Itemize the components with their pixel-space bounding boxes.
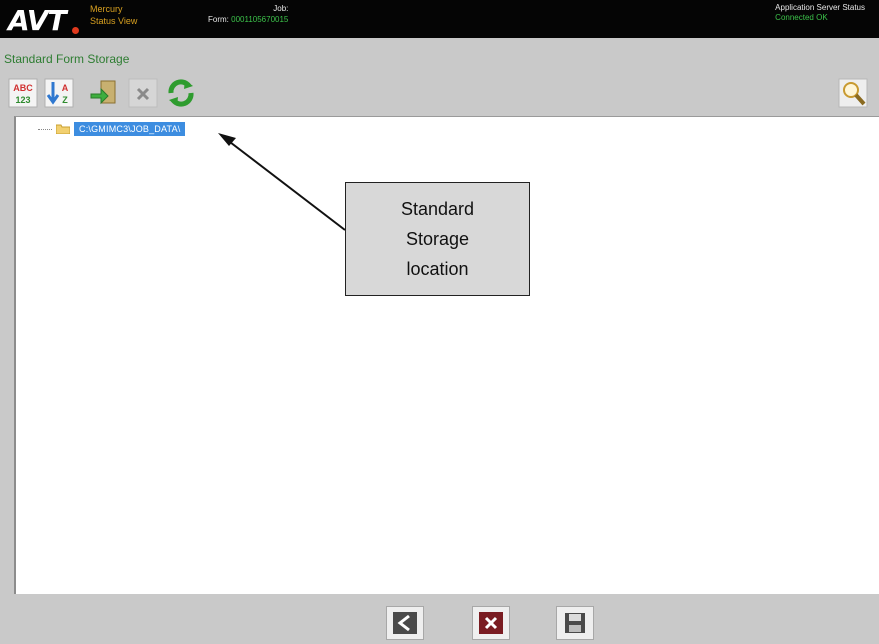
toolbar: ABC 123 A Z (4, 74, 879, 114)
server-status-value: Connected OK (775, 13, 828, 22)
callout-line1: Standard (400, 199, 475, 219)
tree-node-label[interactable]: C:\GMIMC3\JOB_DATA\ (74, 122, 186, 136)
123-icon-text: 123 (15, 95, 30, 105)
annotation-callout: Standard Storage location (345, 182, 530, 296)
app-name-line1: Mercury (90, 4, 123, 14)
sort-az-button[interactable]: A Z (42, 77, 76, 109)
sort-az-icon: A Z (44, 78, 74, 108)
logo-dot (72, 27, 79, 34)
abc-123-icon: ABC 123 (8, 78, 38, 108)
search-icon (838, 78, 868, 108)
header-bar: AVT Mercury Status View Job: Form: 00011… (0, 0, 879, 38)
form-label: Form: (208, 15, 229, 24)
callout-line2: Storage (405, 229, 470, 249)
cancel-button[interactable] (472, 606, 510, 640)
job-label: Job: (273, 4, 289, 13)
sort-alphanumeric-button[interactable]: ABC 123 (6, 77, 40, 109)
main-frame: Standard Form Storage ABC 123 A Z C:\GMI… (0, 38, 879, 644)
abc-icon-text: ABC (13, 83, 33, 93)
tree-connector (38, 128, 52, 130)
back-icon (393, 612, 417, 634)
import-button[interactable] (86, 77, 120, 109)
avt-logo: AVT (8, 4, 67, 37)
search-button[interactable] (836, 77, 870, 109)
app-name-line2: Status View (90, 16, 138, 26)
import-icon (90, 80, 116, 105)
delete-icon (128, 78, 158, 108)
az-icon-text-a: A (62, 83, 69, 93)
cancel-icon (479, 612, 503, 634)
folder-icon (56, 124, 70, 134)
refresh-button[interactable] (164, 77, 198, 109)
save-icon (565, 613, 585, 633)
form-value: 0001105670015 (231, 15, 289, 24)
bottom-bar (0, 594, 879, 644)
callout-line3: location (406, 259, 469, 279)
panel-title: Standard Form Storage (4, 52, 130, 66)
tree-node-root[interactable]: C:\GMIMC3\JOB_DATA\ (38, 120, 186, 138)
form-info: Form: 0001105670015 (208, 14, 288, 25)
app-name: Mercury Status View (90, 3, 137, 27)
server-status-label: Application Server Status (775, 3, 865, 12)
refresh-icon (168, 79, 194, 107)
delete-button[interactable] (126, 77, 160, 109)
back-button[interactable] (386, 606, 424, 640)
az-icon-text-z: Z (62, 95, 68, 105)
job-info: Job: Form: 0001105670015 (208, 3, 288, 25)
server-status: Application Server Status Connected OK (775, 3, 865, 23)
save-button[interactable] (556, 606, 594, 640)
